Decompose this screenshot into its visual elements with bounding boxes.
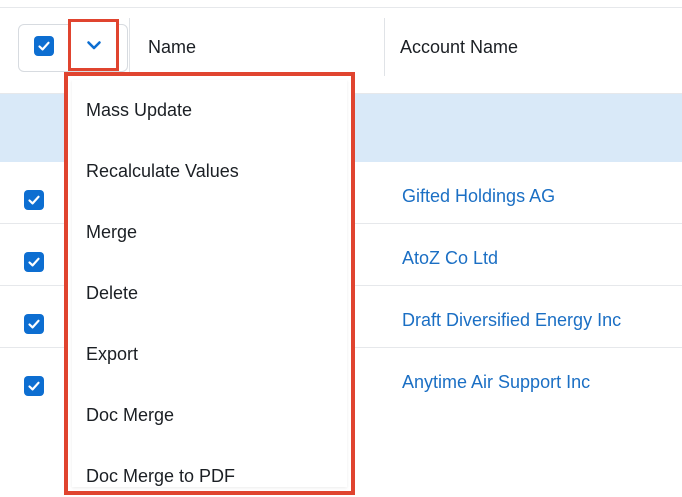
- check-icon: [28, 319, 40, 329]
- row-checkbox[interactable]: [24, 376, 44, 396]
- row-checkbox[interactable]: [24, 314, 44, 334]
- check-icon: [28, 381, 40, 391]
- mass-actions-menu: Mass Update Recalculate Values Merge Del…: [64, 72, 355, 495]
- menu-item-mass-update[interactable]: Mass Update: [86, 100, 192, 121]
- check-icon: [28, 257, 40, 267]
- check-icon: [28, 195, 40, 205]
- menu-item-export[interactable]: Export: [86, 344, 138, 365]
- menu-item-merge[interactable]: Merge: [86, 222, 137, 243]
- column-header-account-name[interactable]: Account Name: [400, 37, 518, 58]
- checkbox-box[interactable]: [34, 36, 54, 56]
- account-name-link[interactable]: Anytime Air Support Inc: [402, 372, 590, 393]
- menu-item-doc-merge[interactable]: Doc Merge: [86, 405, 174, 426]
- row-checkbox[interactable]: [24, 252, 44, 272]
- account-name-link[interactable]: Draft Diversified Energy Inc: [402, 310, 621, 331]
- menu-panel: Mass Update Recalculate Values Merge Del…: [72, 80, 347, 487]
- menu-item-delete[interactable]: Delete: [86, 283, 138, 304]
- account-name-link[interactable]: AtoZ Co Ltd: [402, 248, 498, 269]
- row-checkbox[interactable]: [24, 190, 44, 210]
- account-name-link[interactable]: Gifted Holdings AG: [402, 186, 555, 207]
- divider: [0, 7, 682, 8]
- select-all-checkbox[interactable]: [34, 36, 54, 56]
- check-icon: [38, 41, 50, 51]
- mass-actions-dropdown-button[interactable]: [68, 19, 119, 71]
- chevron-down-icon: [86, 41, 101, 50]
- column-divider: [129, 18, 130, 76]
- column-divider: [384, 18, 385, 76]
- menu-item-doc-merge-to-pdf[interactable]: Doc Merge to PDF: [86, 466, 235, 487]
- menu-item-recalculate-values[interactable]: Recalculate Values: [86, 161, 239, 182]
- column-header-name[interactable]: Name: [148, 37, 196, 58]
